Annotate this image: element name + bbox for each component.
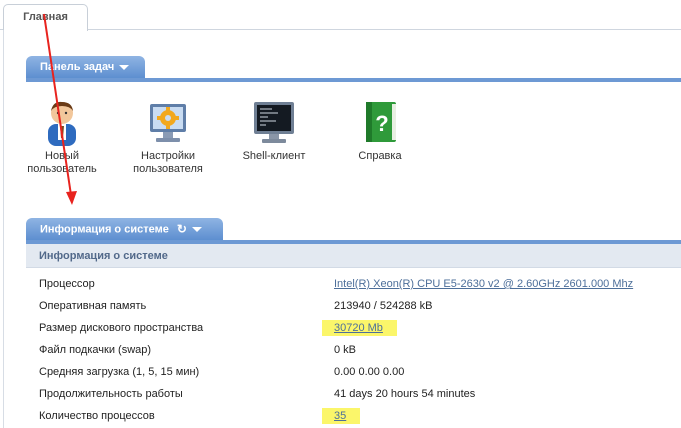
annotation-arrow [43,13,77,205]
